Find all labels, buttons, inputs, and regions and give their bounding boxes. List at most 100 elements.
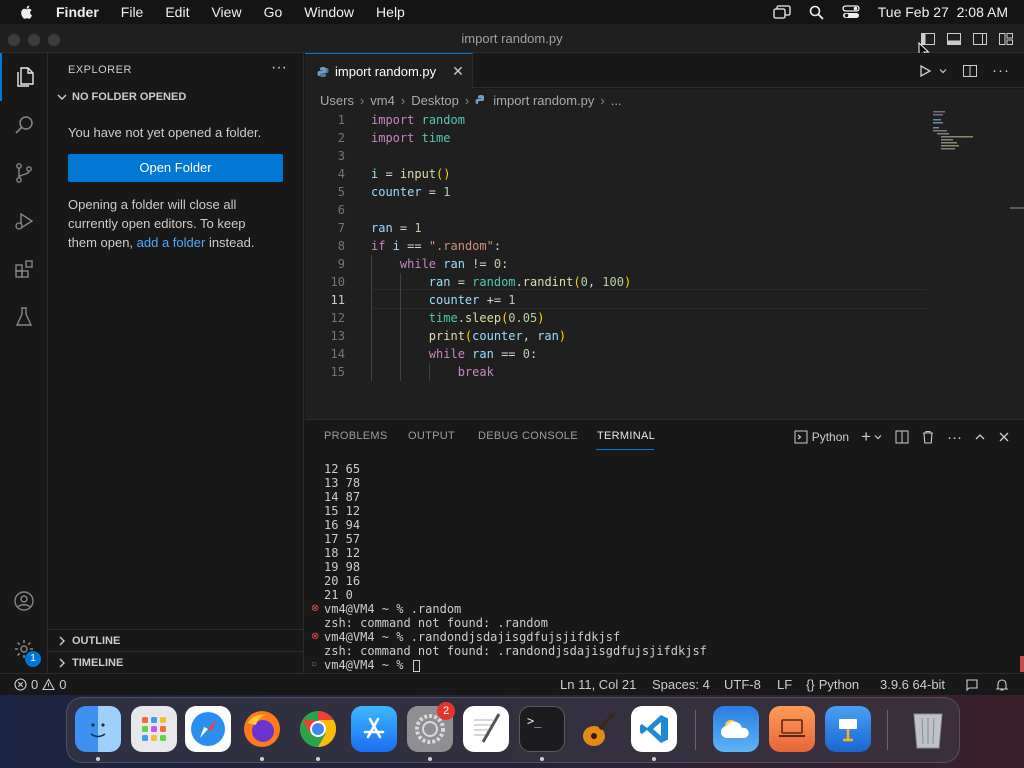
breadcrumb-desktop[interactable]: Desktop <box>411 93 459 108</box>
breadcrumb-symbols[interactable]: ... <box>611 93 622 108</box>
close-panel-icon[interactable] <box>998 431 1010 443</box>
search-view-button[interactable] <box>0 101 48 149</box>
notifications-bell-icon[interactable] <box>995 678 1009 692</box>
terminal-profile-label: Python <box>811 430 850 444</box>
chevron-down-icon[interactable] <box>873 432 883 442</box>
indentation-setting[interactable]: Spaces: 4 <box>652 677 710 692</box>
terminal-line: 16 94 <box>324 518 361 532</box>
note-text-end: instead. <box>205 235 255 250</box>
tab-output[interactable]: OUTPUT <box>408 430 455 442</box>
menu-app-name[interactable]: Finder <box>56 4 99 20</box>
code-line-4: i = input() <box>371 167 451 181</box>
launchpad-app-icon[interactable] <box>131 706 177 752</box>
keynote-app-icon[interactable] <box>825 706 871 752</box>
minimap[interactable] <box>933 111 1013 151</box>
terminal-line: 21 0 <box>324 588 353 602</box>
accounts-button[interactable] <box>0 577 48 625</box>
terminal-profile[interactable]: Python <box>794 430 849 444</box>
code-line-5: counter = 1 <box>371 185 451 199</box>
file-encoding[interactable]: UTF-8 <box>724 677 761 692</box>
source-control-view-button[interactable] <box>0 149 48 197</box>
textedit-app-icon[interactable] <box>463 706 509 752</box>
customize-layout-icon[interactable] <box>998 31 1014 47</box>
outline-section-header[interactable]: OUTLINE <box>48 629 304 651</box>
feedback-icon[interactable] <box>965 678 979 692</box>
explorer-view-button[interactable] <box>0 53 48 101</box>
menu-help[interactable]: Help <box>376 4 405 20</box>
menu-file[interactable]: File <box>121 4 144 20</box>
extensions-view-button[interactable] <box>0 245 48 293</box>
apple-icon[interactable] <box>18 3 36 21</box>
add-folder-link[interactable]: add a folder <box>137 235 206 250</box>
tab-debug-console[interactable]: DEBUG CONSOLE <box>478 430 578 442</box>
safari-app-icon[interactable] <box>185 706 231 752</box>
open-folder-button[interactable]: Open Folder <box>68 154 283 182</box>
menu-window[interactable]: Window <box>304 4 354 20</box>
line-number: 3 <box>337 149 345 163</box>
tab-terminal[interactable]: TERMINAL <box>597 430 655 442</box>
run-python-file-icon[interactable] <box>918 64 932 78</box>
running-indicator <box>96 757 100 761</box>
layout-controls <box>920 31 1014 47</box>
split-editor-icon[interactable] <box>962 64 978 78</box>
python-interpreter[interactable]: 3.9.6 64-bit <box>880 677 945 692</box>
chevron-right-icon: › <box>600 92 605 108</box>
breadcrumb-users[interactable]: Users <box>320 93 354 108</box>
no-folder-section-header[interactable]: NO FOLDER OPENED <box>56 91 186 103</box>
chevron-right-icon <box>59 658 65 667</box>
editor-scrollbar-marker[interactable] <box>1010 207 1024 209</box>
tab-import-random-py[interactable]: import random.py ✕ <box>305 53 473 89</box>
manage-settings-button[interactable]: 1 <box>0 625 48 673</box>
language-mode[interactable]: {} Python <box>806 677 859 692</box>
terminal-line: 15 12 <box>324 504 361 518</box>
terminal-line: vm4@VM4 ~ % .randondjsdajisgdfujsjifdkjs… <box>324 630 621 644</box>
app-store-a-icon <box>363 717 385 739</box>
screen-sharing-app-icon[interactable] <box>769 706 815 752</box>
more-actions-icon[interactable]: ··· <box>992 62 1010 79</box>
control-center-icon[interactable] <box>842 5 860 19</box>
chevron-down-icon <box>57 94 67 100</box>
cursor-position[interactable]: Ln 11, Col 21 <box>560 677 636 692</box>
testing-view-button[interactable] <box>0 293 48 341</box>
chrome-app-icon[interactable] <box>295 706 341 752</box>
firefox-icon <box>244 711 280 747</box>
run-dropdown-chevron-icon[interactable] <box>938 66 948 76</box>
firefox-app-icon[interactable] <box>239 706 285 752</box>
spotlight-search-icon[interactable] <box>809 5 824 20</box>
maximize-panel-chevron-up-icon[interactable] <box>974 431 986 443</box>
code-editor[interactable]: 1 2 3 4 5 6 7 8 9 10 11 12 13 14 15 impo… <box>305 111 1024 419</box>
new-terminal-plus-icon[interactable]: + <box>861 427 871 447</box>
terminal-scrollbar[interactable] <box>1020 656 1024 672</box>
vscode-app-icon[interactable] <box>631 706 677 752</box>
close-tab-icon[interactable]: ✕ <box>452 63 464 80</box>
menu-edit[interactable]: Edit <box>165 4 189 20</box>
tab-problems[interactable]: PROBLEMS <box>324 430 388 442</box>
window-title-bar: import random.py <box>0 24 1024 60</box>
breadcrumb-file[interactable]: import random.py <box>493 93 594 108</box>
split-terminal-icon[interactable] <box>895 430 909 444</box>
toggle-panel-icon[interactable] <box>946 31 962 47</box>
dock-separator <box>695 710 696 750</box>
trash-app-icon[interactable] <box>905 706 951 752</box>
toggle-secondary-sidebar-icon[interactable] <box>972 31 988 47</box>
app-store-app-icon[interactable] <box>351 706 397 752</box>
explorer-more-actions-icon[interactable]: ··· <box>271 59 287 77</box>
breadcrumb-vm4[interactable]: vm4 <box>370 93 395 108</box>
timeline-section-header[interactable]: TIMELINE <box>48 651 304 673</box>
finder-app-icon[interactable] <box>75 706 121 752</box>
end-of-line[interactable]: LF <box>777 677 792 692</box>
terminal-app-icon[interactable]: >_ <box>519 706 565 752</box>
menu-go[interactable]: Go <box>264 4 283 20</box>
terminal-line: 20 16 <box>324 574 361 588</box>
trash-icon[interactable] <box>921 430 935 444</box>
run-and-debug-view-button[interactable] <box>0 197 48 245</box>
weather-app-icon[interactable] <box>713 706 759 752</box>
problems-status[interactable]: 0 0 <box>14 677 66 692</box>
system-settings-app-icon[interactable]: 2 <box>407 702 455 752</box>
menu-bar-clock[interactable]: Tue Feb 27 2:08 AM <box>878 4 1008 20</box>
menu-view[interactable]: View <box>211 4 241 20</box>
running-indicator <box>652 757 656 761</box>
panel-more-actions-icon[interactable]: ··· <box>947 429 962 446</box>
screen-mirroring-icon[interactable] <box>773 5 791 19</box>
garageband-app-icon[interactable] <box>575 706 621 752</box>
